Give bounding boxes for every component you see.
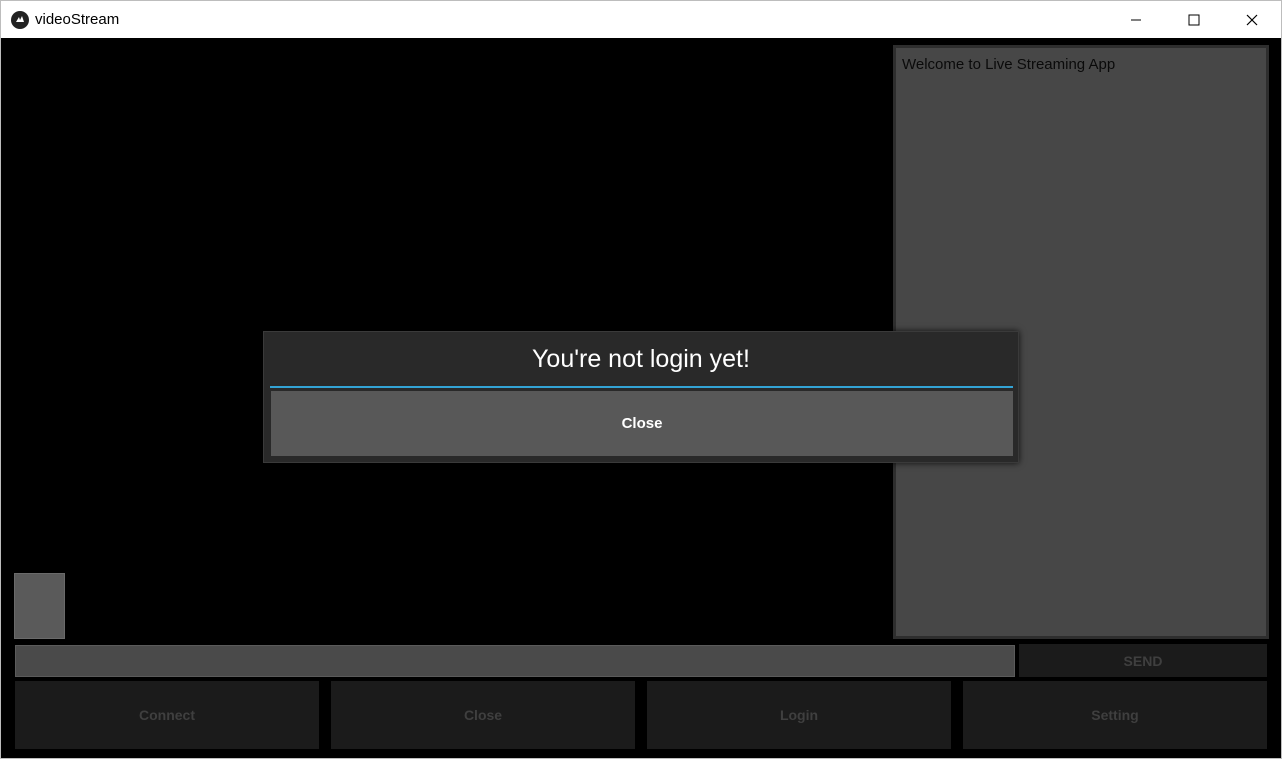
login-warning-dialog: You're not login yet! Close	[263, 331, 1019, 463]
message-input[interactable]	[15, 645, 1015, 677]
close-window-button[interactable]	[1223, 1, 1281, 38]
window-controls	[1107, 1, 1281, 38]
chat-welcome-message: Welcome to Live Streaming App	[902, 56, 1116, 73]
window-title: videoStream	[35, 11, 120, 28]
app-window: videoStream Welcome to Live Streaming Ap…	[0, 0, 1282, 759]
minimize-icon	[1131, 19, 1141, 20]
title-bar[interactable]: videoStream	[1, 1, 1281, 38]
kivy-logo-icon	[11, 10, 29, 29]
dialog-close-button[interactable]: Close	[271, 391, 1013, 456]
maximize-button[interactable]	[1165, 1, 1223, 38]
local-preview-thumbnail	[14, 573, 65, 639]
main-content: Welcome to Live Streaming App SEND Conne…	[1, 38, 1281, 758]
dialog-title: You're not login yet!	[532, 344, 750, 373]
maximize-icon	[1188, 14, 1200, 25]
close-stream-button[interactable]: Close	[331, 681, 635, 749]
close-icon	[1246, 14, 1258, 25]
send-button[interactable]: SEND	[1019, 644, 1267, 677]
setting-button[interactable]: Setting	[963, 681, 1267, 749]
minimize-button[interactable]	[1107, 1, 1165, 38]
login-button[interactable]: Login	[647, 681, 951, 749]
connect-button[interactable]: Connect	[15, 681, 319, 749]
dialog-separator	[270, 386, 1013, 388]
